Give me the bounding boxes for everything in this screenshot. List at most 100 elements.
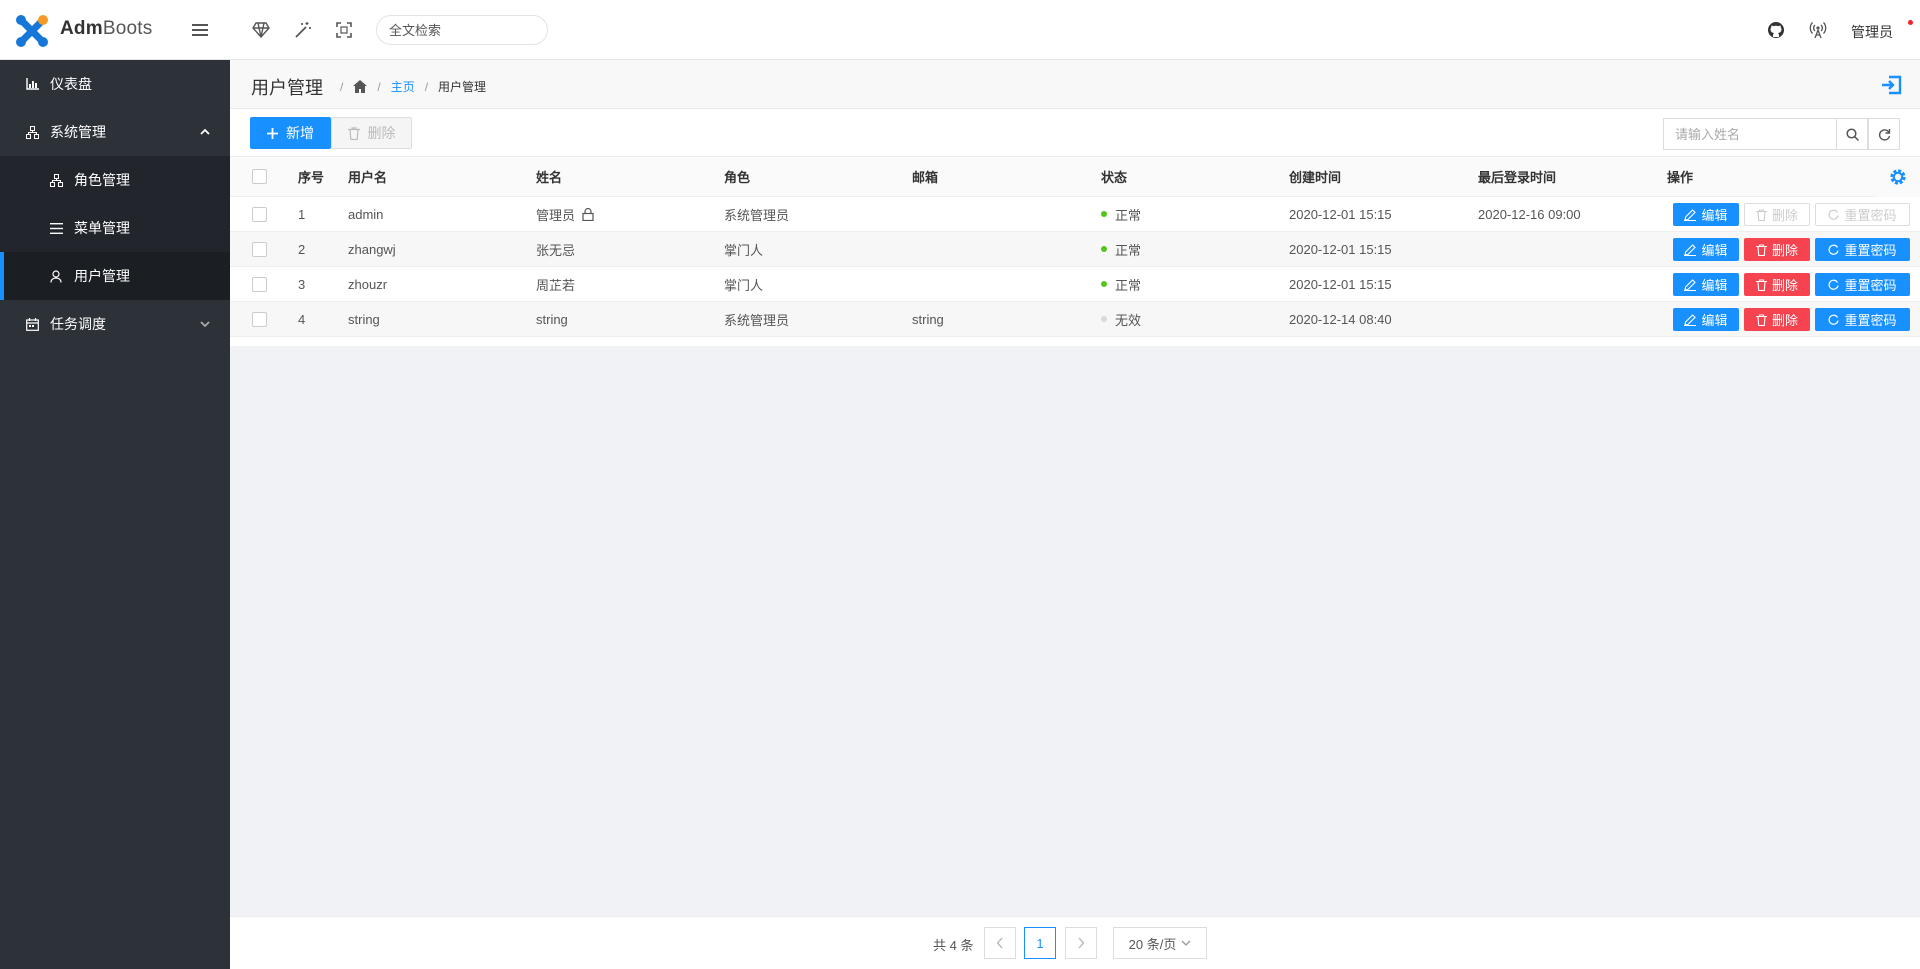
status-cell: 无效 (1101, 302, 1141, 336)
trash-icon (1755, 243, 1767, 256)
table-row[interactable]: 1 admin 管理员 系统管理员 正常 2020-12-01 15:15 20… (230, 197, 1920, 232)
page-size-select[interactable]: 20 条/页 (1113, 927, 1207, 959)
pencil-icon (1684, 278, 1697, 291)
row-checkbox[interactable] (252, 206, 267, 222)
reset-icon (1828, 279, 1840, 290)
diamond-icon[interactable] (248, 17, 274, 43)
status-cell: 正常 (1101, 197, 1141, 231)
row-checkbox[interactable] (252, 241, 267, 257)
edit-label: 编辑 (1701, 313, 1728, 328)
page-header: 用户管理 / / 主页 / 用户管理 (230, 60, 1920, 109)
column-header[interactable]: 姓名 (536, 157, 562, 196)
delete-button[interactable]: 删除 (1744, 308, 1810, 331)
delete-button[interactable]: 删除 (1744, 238, 1810, 261)
breadcrumb-current: 用户管理 (438, 80, 487, 94)
row-select-cell (252, 197, 267, 231)
prev-page-button[interactable] (984, 927, 1016, 959)
fullscreen-icon[interactable] (331, 17, 357, 43)
search-button[interactable] (1836, 118, 1868, 150)
refresh-button[interactable] (1868, 118, 1900, 150)
status-text: 正常 (1115, 242, 1142, 258)
name-search-input[interactable] (1663, 118, 1836, 150)
sidebar-item-menus[interactable]: 菜单管理 (0, 204, 230, 252)
column-header[interactable]: 用户名 (348, 157, 387, 196)
pagination: 共 4 条 1 20 条/页 (230, 916, 1920, 969)
delete-label: 删除 (1771, 208, 1798, 223)
next-page-button[interactable] (1065, 927, 1097, 959)
sidebar-item-users[interactable]: 用户管理 (0, 252, 230, 300)
index-cell: 4 (298, 311, 306, 327)
user-menu[interactable]: 管理员 (1851, 22, 1893, 42)
org-icon (48, 172, 64, 188)
column-header[interactable]: 状态 (1101, 157, 1127, 196)
magic-wand-icon[interactable] (290, 17, 316, 43)
home-icon[interactable] (353, 80, 368, 93)
delete-label: 删除 (1771, 243, 1798, 258)
name-cell: 周芷若 (536, 277, 576, 293)
batch-delete-button[interactable]: 删除 (331, 117, 412, 149)
table-toolbar: 新增 删除 (230, 109, 1920, 157)
delete-button[interactable]: 删除 (1744, 273, 1810, 296)
reset-password-button[interactable]: 重置密码 (1815, 273, 1910, 296)
trash-icon (1755, 313, 1767, 326)
breadcrumb: / / 主页 / 用户管理 (330, 78, 486, 95)
edit-label: 编辑 (1701, 278, 1728, 293)
reset-password-button[interactable]: 重置密码 (1815, 238, 1910, 261)
select-all-checkbox[interactable] (252, 169, 267, 184)
row-checkbox[interactable] (252, 311, 267, 327)
edit-button[interactable]: 编辑 (1673, 273, 1739, 296)
github-icon[interactable] (1763, 17, 1789, 43)
trash-icon (1755, 208, 1767, 221)
sidebar-item-scheduler[interactable]: 任务调度 (0, 300, 230, 348)
column-header: 操作 (1667, 170, 1694, 185)
column-settings-button[interactable] (1876, 157, 1920, 197)
breadcrumb-separator: / (377, 79, 381, 94)
breadcrumb-home-link[interactable]: 主页 (391, 78, 415, 95)
reset-password-button[interactable]: 重置密码 (1815, 308, 1910, 331)
edit-label: 编辑 (1701, 243, 1728, 258)
sidebar-item-label: 仪表盘 (50, 76, 92, 92)
chart-icon (24, 76, 40, 92)
row-checkbox[interactable] (252, 276, 267, 292)
reset-icon (1828, 244, 1840, 255)
page-number[interactable]: 1 (1024, 927, 1056, 959)
sidebar-item-dashboard[interactable]: 仪表盘 (0, 60, 230, 108)
sidebar-item-roles[interactable]: 角色管理 (0, 156, 230, 204)
chevron-left-icon (996, 937, 1003, 949)
column-header[interactable]: 创建时间 (1289, 157, 1341, 196)
add-button[interactable]: 新增 (250, 117, 331, 149)
exit-icon[interactable] (1880, 73, 1904, 97)
column-header[interactable]: 序号 (298, 157, 324, 196)
breadcrumb-separator: / (340, 79, 344, 94)
index-cell: 1 (298, 206, 306, 222)
table-row[interactable]: 3 zhouzr 周芷若 掌门人 正常 2020-12-01 15:15 编辑 … (230, 267, 1920, 302)
org-icon (24, 124, 40, 140)
last-login-cell: 2020-12-16 09:00 (1478, 206, 1581, 222)
name-cell: 张无忌 (536, 242, 576, 258)
edit-button[interactable]: 编辑 (1673, 238, 1739, 261)
sidebar-item-system[interactable]: 系统管理 (0, 108, 230, 156)
broadcast-icon[interactable] (1805, 17, 1831, 43)
status-text: 无效 (1115, 312, 1142, 328)
role-cell: 系统管理员 (724, 207, 790, 223)
role-cell: 掌门人 (724, 242, 764, 258)
edit-button[interactable]: 编辑 (1673, 203, 1739, 226)
app-logo (16, 15, 48, 47)
column-header[interactable]: 最后登录时间 (1478, 157, 1556, 196)
sidebar: 仪表盘 系统管理 角色管理 菜单管理 用户管理 任务调度 (0, 60, 230, 969)
table-row[interactable]: 4 string string 系统管理员 string 无效 2020-12-… (230, 302, 1920, 337)
reset-password-button[interactable]: 重置密码 (1815, 203, 1910, 226)
active-indicator (0, 252, 4, 300)
menu-icon[interactable] (187, 17, 213, 43)
global-search-input[interactable] (376, 15, 548, 45)
delete-button[interactable]: 删除 (1744, 203, 1810, 226)
column-header[interactable]: 角色 (724, 157, 750, 196)
status-text: 正常 (1115, 207, 1142, 223)
edit-button[interactable]: 编辑 (1673, 308, 1739, 331)
total-count: 共 4 条 (933, 938, 974, 953)
table-row[interactable]: 2 zhangwj 张无忌 掌门人 正常 2020-12-01 15:15 编辑… (230, 232, 1920, 267)
column-header[interactable]: 邮箱 (912, 157, 938, 196)
page-size-value: 20 条/页 (1128, 936, 1177, 952)
status-dot (1101, 316, 1107, 322)
reset-label: 重置密码 (1844, 243, 1897, 258)
